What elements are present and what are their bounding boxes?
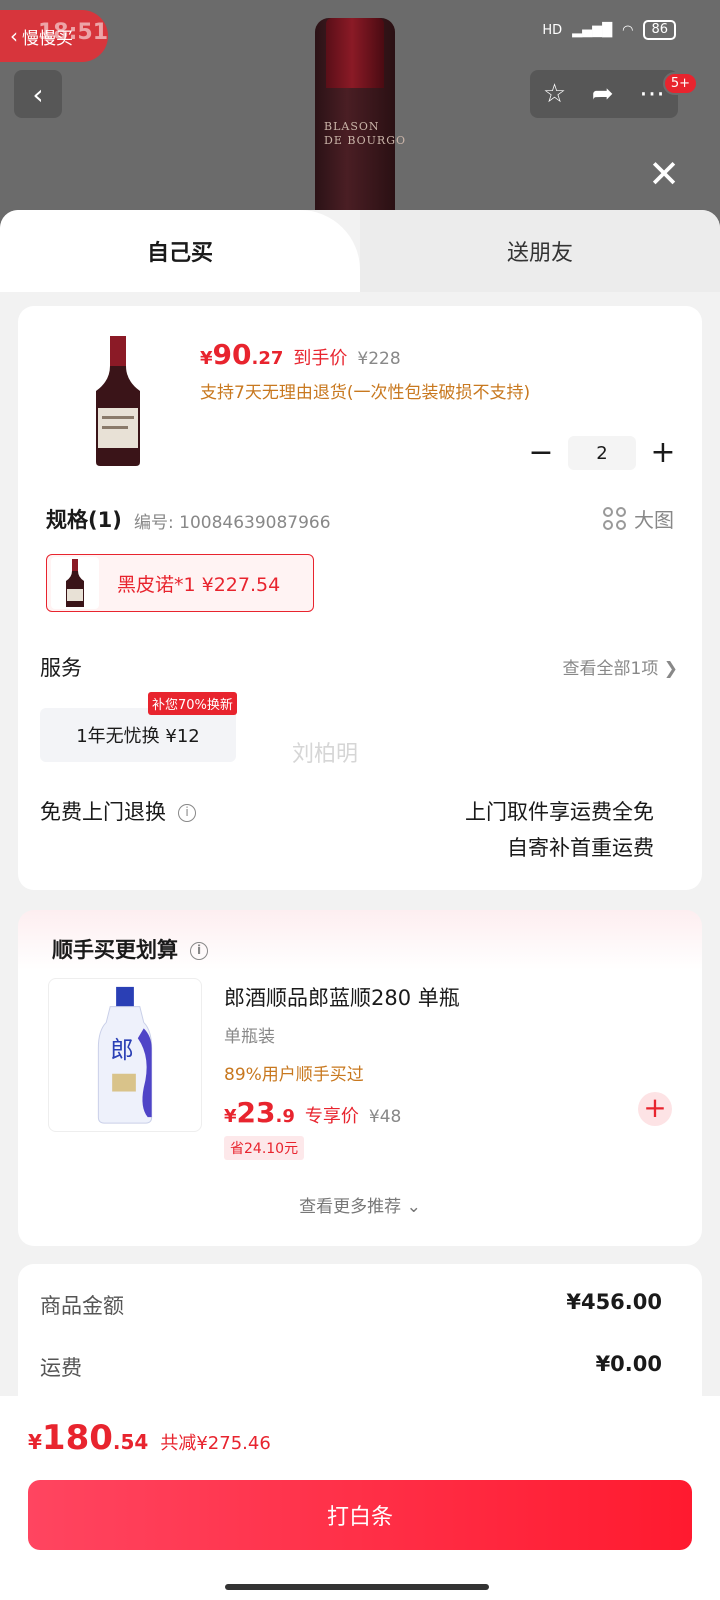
wifi-icon: ◠ — [622, 22, 634, 38]
watermark: 刘柏明 — [292, 742, 359, 767]
home-indicator — [225, 1584, 489, 1590]
big-image-label: 大图 — [634, 508, 674, 532]
spec-option-chip[interactable]: 黑皮诺*1 ¥227.54 — [46, 554, 314, 612]
service-option[interactable]: 1年无忧换 ¥12 — [40, 708, 236, 762]
price-tag: 到手价 — [293, 348, 348, 369]
product-card: ¥90.27 到手价 ¥228 支持7天无理由退货(一次性包装破损不支持) − … — [18, 306, 702, 890]
bottle-cap — [326, 18, 384, 88]
goods-amount-label: 商品金额 — [40, 1294, 124, 1318]
message-badge: 5+ — [662, 72, 698, 95]
product-price-line: ¥90.27 到手价 ¥228 — [200, 338, 401, 371]
recommend-product-image[interactable]: 郎 — [48, 978, 202, 1132]
total-discount: 共减¥275.46 — [160, 1433, 271, 1454]
increase-button[interactable]: + — [648, 438, 678, 468]
goods-amount-value: ¥456.00 — [566, 1290, 662, 1314]
recommend-price-tag: 专享价 — [304, 1106, 359, 1127]
shipping-label: 运费 — [40, 1356, 82, 1380]
decrease-button[interactable]: − — [526, 438, 556, 468]
shipping-value: ¥0.00 — [595, 1352, 662, 1376]
recommend-price-line: ¥23.9 专享价 ¥48 — [224, 1096, 401, 1129]
svg-text:郎: 郎 — [110, 1036, 134, 1064]
purchase-sheet: 送朋友 自己买 ¥90.27 到手价 ¥228 支持7天无理由退货(一次性包装破… — [0, 210, 720, 1600]
nav-actions: ☆ ➦ ⋯ — [530, 70, 678, 118]
chevron-left-icon: ‹ — [10, 24, 18, 48]
service-promo-badge: 补您70%换新 — [148, 692, 237, 715]
service-title: 服务 — [40, 656, 82, 680]
original-price: ¥228 — [357, 349, 401, 369]
share-icon[interactable]: ➦ — [592, 79, 614, 109]
spec-option-label: 黑皮诺*1 ¥227.54 — [117, 573, 281, 596]
return-policy-note: 支持7天无理由退货(一次性包装破损不支持) — [200, 383, 531, 403]
shipping-row: 运费 ¥0.00 — [40, 1352, 662, 1382]
recommend-save-badge: 省24.10元 — [224, 1136, 305, 1160]
quantity-stepper: − 2 + — [526, 436, 678, 470]
star-icon[interactable]: ☆ — [543, 79, 566, 109]
spec-title: 规格(1) — [46, 508, 122, 532]
recommend-price: ¥23.9 — [224, 1096, 295, 1129]
close-icon[interactable]: ✕ — [648, 155, 680, 193]
info-icon[interactable]: i — [190, 942, 208, 960]
recommend-original-price: ¥48 — [368, 1107, 402, 1127]
bottle-label: BLASON DE BOURGO — [324, 120, 407, 147]
recommend-card: 顺手买更划算 i 郎 郎酒顺品郎蓝顺280 单瓶 单瓶装 89%用户顺手买过 ¥2… — [18, 910, 702, 1246]
cell-bars-icon: ▂▄▆█ — [572, 22, 613, 38]
status-icons: HD ▂▄▆█ ◠ 86 — [542, 20, 676, 40]
recommend-popularity: 89%用户顺手买过 — [224, 1065, 364, 1085]
product-thumbnail — [96, 336, 140, 466]
product-code: 编号: 10084639087966 — [134, 513, 331, 533]
chevron-left-icon: ‹ — [32, 77, 44, 111]
battery-icon: 86 — [643, 20, 676, 40]
tab-send-friend[interactable]: 送朋友 — [360, 210, 720, 292]
more-recommend-link[interactable]: 查看更多推荐 ⌄ — [18, 1192, 702, 1217]
goods-amount-row: 商品金额 ¥456.00 — [40, 1290, 662, 1320]
service-view-all-link[interactable]: 查看全部1项 ❯ — [563, 654, 678, 679]
tab-bar: 送朋友 自己买 — [0, 210, 720, 292]
status-time: 18:51 — [38, 20, 109, 45]
signal-icon: HD — [542, 22, 563, 38]
pay-button[interactable]: 打白条 — [28, 1480, 692, 1550]
free-return-details: 上门取件享运费全免 自寄补首重运费 — [465, 800, 654, 860]
tab-buy-self[interactable]: 自己买 — [0, 210, 360, 292]
recommend-spec: 单瓶装 — [224, 1027, 275, 1047]
info-icon[interactable]: i — [178, 804, 196, 822]
recommend-title: 顺手买更划算 i — [52, 934, 208, 964]
spec-thumbnail — [51, 557, 99, 609]
checkout-bar: ¥180.54 共减¥275.46 打白条 — [0, 1396, 720, 1600]
nav-back-button[interactable]: ‹ — [14, 70, 62, 118]
product-price: ¥90.27 — [200, 338, 284, 371]
total-price: ¥180.54 共减¥275.46 — [28, 1418, 271, 1458]
add-recommend-button[interactable]: + — [638, 1092, 672, 1126]
quantity-value[interactable]: 2 — [568, 436, 636, 470]
grid-icon — [603, 507, 626, 530]
big-image-button[interactable]: 大图 — [603, 504, 674, 533]
free-return-title: 免费上门退换 i — [40, 796, 196, 826]
more-icon[interactable]: ⋯ — [639, 79, 665, 109]
recommend-name: 郎酒顺品郎蓝顺280 单瓶 — [224, 986, 460, 1010]
